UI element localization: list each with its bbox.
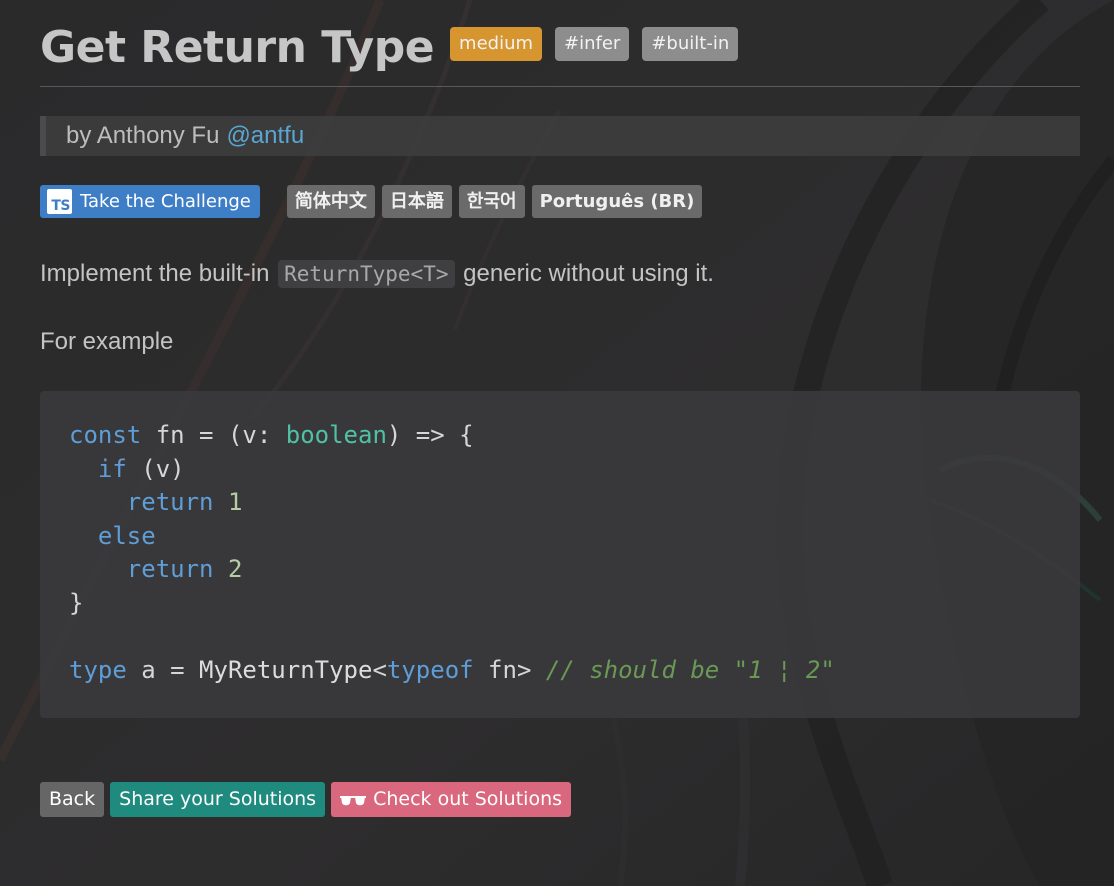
code-token: fn> [473, 655, 546, 684]
code-token: typeof [386, 655, 474, 684]
lang-zh-button[interactable]: 简体中文 [286, 185, 375, 218]
code-line-3: return 1 [69, 486, 1080, 520]
check-solutions-label: Check out Solutions [373, 788, 563, 810]
page-title: Get Return Type [40, 22, 435, 73]
description-text-after: generic without using it. [463, 260, 714, 287]
lang-ko-button[interactable]: 한국어 [458, 185, 525, 218]
code-token: < [372, 655, 387, 684]
lang-ja-button[interactable]: 日本語 [381, 185, 452, 218]
code-token: boolean [285, 421, 387, 449]
check-solutions-button[interactable]: Check out Solutions [331, 782, 572, 817]
code-line-5: return 2 [69, 553, 1080, 587]
code-token: if [97, 454, 127, 483]
inline-code-returntype: ReturnType<T> [278, 260, 455, 288]
code-block: const fn = (v: boolean) => { if (v) retu… [40, 391, 1080, 718]
footer-actions: Back Share your Solutions Check out Solu… [40, 782, 577, 817]
code-token: 1 [227, 488, 243, 516]
description: Implement the built-in ReturnType<T> gen… [40, 260, 714, 288]
challenge-actions: TS Take the Challenge 简体中文 日本語 한국어 Portu… [40, 185, 709, 218]
back-button[interactable]: Back [40, 782, 105, 817]
code-token: ) => { [386, 421, 474, 449]
lang-pt-br-button[interactable]: Português (BR) [531, 185, 703, 218]
typescript-icon: TS [47, 189, 72, 214]
code-line-6: } [69, 588, 84, 617]
code-token: return [126, 488, 214, 516]
code-token: MyReturnType [199, 655, 373, 684]
code-line-1: const fn = (v: boolean) => { [69, 419, 1080, 453]
author-name: by Anthony Fu [66, 122, 220, 149]
code-line-2: if (v) [69, 453, 1080, 487]
sunglasses-icon [340, 795, 367, 805]
description-text-before: Implement the built-in [40, 260, 270, 287]
code-token: const [69, 421, 142, 449]
code-token: return [126, 555, 214, 583]
header-divider [40, 86, 1080, 87]
code-token: (v) [126, 454, 185, 483]
take-challenge-label: Take the Challenge [80, 191, 251, 212]
code-token: fn = (v: [141, 421, 286, 449]
take-challenge-button[interactable]: TS Take the Challenge [40, 185, 260, 218]
typescript-icon-label: TS [51, 198, 70, 214]
difficulty-badge[interactable]: medium [450, 27, 543, 61]
example-label: For example [40, 328, 174, 355]
author-blockquote: by Anthony Fu @antfu [40, 116, 1080, 156]
code-line-8: type a = MyReturnType<typeof fn> // shou… [69, 654, 1080, 688]
code-line-4: else [69, 520, 1080, 554]
code-comment: // should be "1 ¦ 2" [545, 655, 835, 684]
code-token: else [97, 521, 156, 550]
author-handle-link[interactable]: @antfu [226, 122, 304, 150]
tag-built-in[interactable]: #built-in [642, 27, 739, 61]
code-token: type [69, 655, 127, 684]
code-token: a = [126, 655, 200, 684]
tag-infer[interactable]: #infer [555, 27, 630, 61]
code-token: 2 [227, 555, 243, 583]
share-solutions-button[interactable]: Share your Solutions [110, 782, 326, 817]
header: Get Return Type medium #infer #built-in [40, 18, 751, 74]
